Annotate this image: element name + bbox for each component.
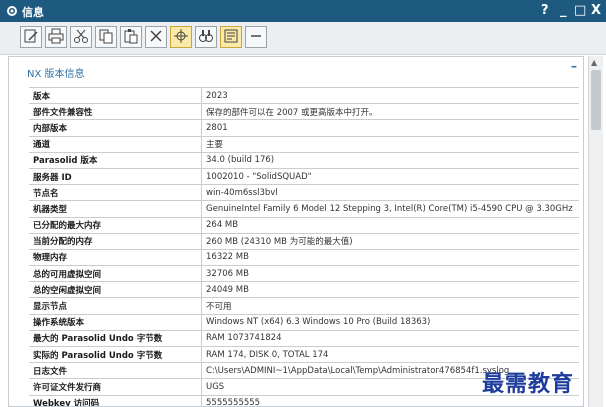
row-key: 总的可用虚拟空间 [33, 269, 102, 280]
row-key: 操作系统版本 [33, 318, 85, 329]
maximize-button[interactable]: □ [574, 2, 586, 20]
row-value: 260 MB (24310 MB 为可能的最大值) [201, 233, 579, 249]
row-value: 2801 [201, 120, 579, 136]
list-button[interactable] [220, 26, 242, 48]
help-button[interactable]: ? [541, 2, 549, 20]
paste-button[interactable] [120, 26, 142, 48]
row-value: 24049 MB [201, 282, 579, 298]
row-value: 保存的部件可以在 2007 或更高版本中打开。 [201, 104, 579, 120]
info-panel: NX 版本信息 – 版本 2023 部件文件兼容性 保存的部件可以在 2007 或更高… [8, 56, 584, 407]
row-key: 已分配的最大内存 [33, 221, 102, 232]
row-value: 264 MB [201, 217, 579, 233]
row-value: 32706 MB [201, 266, 579, 282]
table-row: 当前分配的内存 260 MB (24310 MB 为可能的最大值) [29, 233, 579, 250]
row-key: Parasolid 版本 [33, 156, 98, 167]
window-titlebar: 信息 ? _ □ X [0, 0, 606, 22]
table-row: 最大的 Parasolid Undo 字节数 RAM 1073741824 [29, 330, 579, 347]
delete-button[interactable] [145, 26, 167, 48]
delete-icon [148, 28, 164, 47]
row-key: 部件文件兼容性 [33, 107, 93, 118]
table-row: 版本 2023 [29, 88, 579, 105]
table-row: 已分配的最大内存 264 MB [29, 217, 579, 234]
find-icon [198, 28, 214, 47]
list-icon [223, 28, 239, 47]
row-key: 实际的 Parasolid Undo 字节数 [33, 350, 163, 361]
paste-icon [123, 28, 139, 47]
minimize-button[interactable]: _ [560, 2, 567, 20]
row-value: Windows NT (x64) 6.3 Windows 10 Pro (Bui… [201, 314, 579, 330]
edit-button[interactable] [20, 26, 42, 48]
minus-button[interactable] [245, 26, 267, 48]
close-button[interactable]: X [591, 2, 601, 20]
vertical-scrollbar[interactable]: ▲ [588, 56, 603, 407]
info-table: 版本 2023 部件文件兼容性 保存的部件可以在 2007 或更高版本中打开。 内部版本… [29, 87, 579, 407]
row-key: 通道 [33, 140, 51, 151]
row-value: GenuineIntel Family 6 Model 12 Stepping … [201, 201, 579, 217]
cut-button[interactable] [70, 26, 92, 48]
table-row: Parasolid 版本 34.0 (build 176) [29, 152, 579, 169]
row-key: 日志文件 [33, 366, 68, 377]
table-row: 节点名 win-40m6ssl3bvl [29, 185, 579, 202]
copy-icon [98, 28, 114, 47]
table-row: 显示节点 不可用 [29, 298, 579, 315]
scroll-thumb[interactable] [591, 70, 601, 130]
table-row: 服务器 ID 1002010 - "SolidSQUAD" [29, 168, 579, 186]
table-row: 总的空闲虚拟空间 24049 MB [29, 282, 579, 299]
crosshair-button[interactable] [170, 26, 192, 48]
row-value: 1002010 - "SolidSQUAD" [201, 168, 579, 185]
table-row: 内部版本 2801 [29, 120, 579, 137]
print-button[interactable] [45, 26, 67, 48]
panel-title: NX 版本信息 [27, 69, 85, 80]
scroll-up-icon[interactable]: ▲ [591, 58, 597, 67]
row-key: Webkey 访问码 [33, 399, 100, 407]
row-key: 节点名 [33, 188, 59, 199]
row-value: 不可用 [201, 298, 579, 314]
table-row: 操作系统版本 Windows NT (x64) 6.3 Windows 10 Pr… [29, 314, 579, 331]
row-key: 最大的 Parasolid Undo 字节数 [33, 334, 163, 345]
crosshair-icon [173, 28, 189, 47]
table-row: 部件文件兼容性 保存的部件可以在 2007 或更高版本中打开。 [29, 104, 579, 121]
copy-button[interactable] [95, 26, 117, 48]
row-key: 机器类型 [33, 204, 68, 215]
cut-icon [73, 28, 89, 47]
minus-icon [248, 28, 264, 47]
row-value: win-40m6ssl3bvl [201, 185, 579, 201]
watermark: 最需教育 [482, 371, 575, 397]
find-button[interactable] [195, 26, 217, 48]
row-key: 显示节点 [33, 302, 68, 313]
table-row: 通道 主要 [29, 136, 579, 153]
row-value: 34.0 (build 176) [201, 152, 579, 168]
edit-icon [23, 28, 39, 47]
table-row: 实际的 Parasolid Undo 字节数 RAM 174, DISK 0, T… [29, 347, 579, 364]
table-row: 总的可用虚拟空间 32706 MB [29, 266, 579, 283]
window-title: 信息 [22, 6, 44, 19]
row-key: 总的空闲虚拟空间 [33, 285, 102, 296]
row-value: RAM 1073741824 [201, 330, 579, 346]
collapse-button[interactable]: – [571, 59, 577, 73]
row-key: 当前分配的内存 [33, 237, 93, 248]
print-icon [48, 28, 64, 47]
table-row: 机器类型 GenuineIntel Family 6 Model 12 Stepp… [29, 201, 579, 218]
row-key: 版本 [33, 91, 51, 102]
gear-icon [6, 5, 18, 17]
table-row: 物理内存 16322 MB [29, 249, 579, 267]
row-key: 物理内存 [33, 253, 68, 264]
row-key: 许可证文件发行商 [33, 382, 102, 393]
row-key: 内部版本 [33, 123, 68, 134]
row-key: 服务器 ID [33, 172, 72, 183]
toolbar [0, 22, 606, 55]
row-value: 2023 [201, 88, 579, 104]
row-value: RAM 174, DISK 0, TOTAL 174 [201, 347, 579, 363]
row-value: 主要 [201, 136, 579, 152]
row-value: 16322 MB [201, 249, 579, 266]
